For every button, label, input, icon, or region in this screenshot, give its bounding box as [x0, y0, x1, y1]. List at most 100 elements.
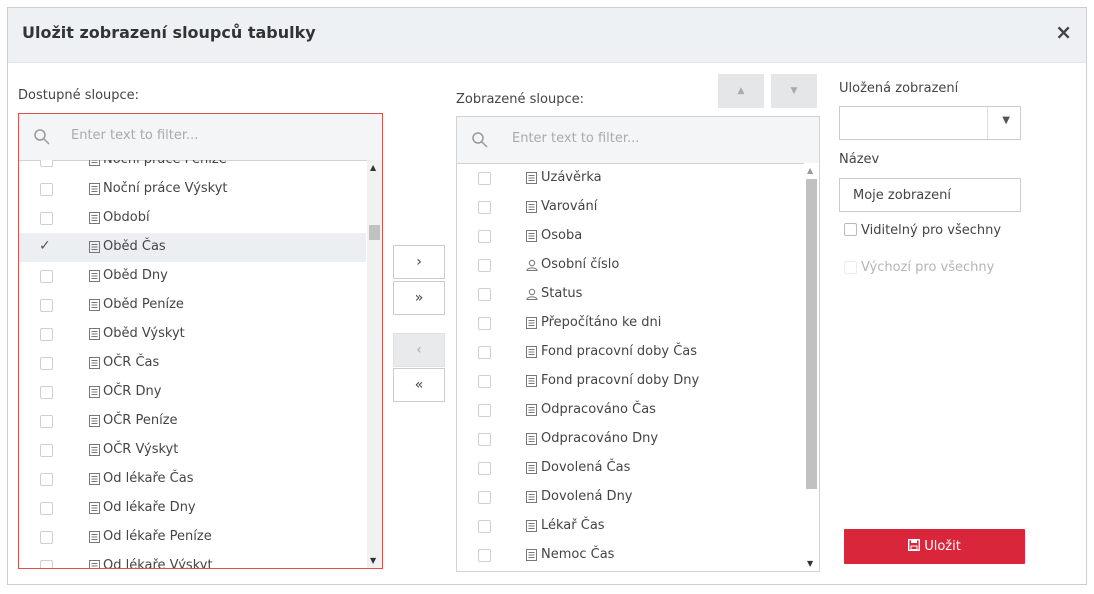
available-scrollbar[interactable]: ▲ ▼: [367, 160, 382, 568]
row-checkbox[interactable]: [478, 259, 491, 272]
saved-views-select[interactable]: ▼: [839, 106, 1021, 140]
save-button[interactable]: Uložit: [844, 529, 1025, 564]
displayed-list-item[interactable]: Status: [457, 280, 803, 309]
row-checkbox[interactable]: [478, 462, 491, 475]
displayed-list-item[interactable]: Fond pracovní doby Dny: [457, 367, 803, 396]
row-checkbox[interactable]: [478, 375, 491, 388]
scroll-up-icon[interactable]: ▲: [807, 166, 813, 175]
chevron-down-icon[interactable]: ▼: [1002, 115, 1010, 126]
default-for-all-checkbox[interactable]: [844, 261, 857, 274]
row-checkbox[interactable]: [40, 502, 53, 515]
row-checkbox[interactable]: [40, 183, 53, 196]
list-item-label: Od lékaře Dny: [103, 500, 196, 515]
row-checkbox[interactable]: [40, 357, 53, 370]
available-list-item[interactable]: OČR Dny: [19, 378, 366, 407]
row-checkbox[interactable]: [40, 212, 53, 225]
available-columns-list[interactable]: Enter text to filter... Noční práce Pení…: [18, 113, 383, 569]
displayed-list-item[interactable]: Odpracováno Čas: [457, 396, 803, 425]
scroll-down-icon[interactable]: ▼: [370, 556, 376, 565]
row-checkbox[interactable]: [478, 317, 491, 330]
list-item-label: Oběd Čas: [103, 239, 166, 254]
scroll-up-icon[interactable]: ▲: [370, 163, 376, 172]
remove-selected-button[interactable]: ‹: [393, 333, 445, 367]
list-item-label: Osoba: [541, 228, 583, 243]
row-checkbox[interactable]: [478, 201, 491, 214]
available-list-item[interactable]: Období: [19, 204, 366, 233]
available-list-item[interactable]: ✓ Oběd Čas: [19, 233, 366, 262]
available-list-item[interactable]: Od lékaře Peníze: [19, 523, 366, 552]
available-list-item[interactable]: Od lékaře Čas: [19, 465, 366, 494]
list-icon: [89, 415, 100, 427]
close-icon[interactable]: ×: [1055, 21, 1072, 43]
add-all-button[interactable]: »: [393, 281, 445, 315]
row-checkbox[interactable]: [478, 549, 491, 562]
row-checkbox[interactable]: [40, 560, 53, 568]
scroll-down-icon[interactable]: ▼: [807, 559, 813, 568]
row-checkbox[interactable]: [40, 328, 53, 341]
row-checkbox[interactable]: [478, 433, 491, 446]
move-down-button[interactable]: ▼: [771, 74, 817, 108]
row-checkbox[interactable]: [40, 160, 53, 167]
row-checkbox[interactable]: [40, 386, 53, 399]
displayed-list-item[interactable]: Dovolená Dny: [457, 483, 803, 512]
displayed-list-item[interactable]: Lékař Čas: [457, 512, 803, 541]
search-icon: [472, 132, 488, 148]
scroll-thumb[interactable]: [806, 179, 817, 489]
row-checkbox[interactable]: [478, 172, 491, 185]
list-item-label: Oběd Peníze: [103, 297, 184, 312]
dialog-title: Uložit zobrazení sloupců tabulky: [22, 23, 316, 42]
row-checkbox[interactable]: [478, 230, 491, 243]
row-checkbox[interactable]: [40, 473, 53, 486]
row-checkbox[interactable]: [478, 491, 491, 504]
displayed-columns-list[interactable]: Enter text to filter... Uzávěrka Varování…: [456, 116, 820, 572]
list-icon: [526, 230, 537, 242]
row-checkbox[interactable]: [40, 299, 53, 312]
scroll-thumb[interactable]: [369, 225, 380, 240]
row-checkbox[interactable]: [478, 288, 491, 301]
displayed-list-item[interactable]: Přepočítáno ke dni: [457, 309, 803, 338]
displayed-list-item[interactable]: Osobní číslo: [457, 251, 803, 280]
list-icon: [89, 270, 100, 282]
available-list-item[interactable]: Oběd Peníze: [19, 291, 366, 320]
row-checkbox[interactable]: [478, 520, 491, 533]
list-item-label: OČR Dny: [103, 384, 162, 399]
list-icon: [89, 473, 100, 485]
row-checkbox[interactable]: [478, 404, 491, 417]
add-selected-button[interactable]: ›: [393, 245, 445, 279]
available-list-item[interactable]: OČR Výskyt: [19, 436, 366, 465]
list-item-label: Lékař Čas: [541, 518, 605, 533]
displayed-list-item[interactable]: Dovolená Čas: [457, 454, 803, 483]
available-list-item[interactable]: Oběd Dny: [19, 262, 366, 291]
displayed-list-item[interactable]: Odpracováno Dny: [457, 425, 803, 454]
available-list-item[interactable]: OČR Peníze: [19, 407, 366, 436]
available-list-item[interactable]: OČR Čas: [19, 349, 366, 378]
displayed-filter-input[interactable]: Enter text to filter...: [512, 131, 639, 146]
available-list-item[interactable]: Noční práce Výskyt: [19, 175, 366, 204]
displayed-list-item[interactable]: Osoba: [457, 222, 803, 251]
displayed-list-item[interactable]: Nemoc Čas: [457, 541, 803, 570]
available-filter-input[interactable]: Enter text to filter...: [71, 128, 198, 143]
move-up-button[interactable]: ▲: [718, 74, 764, 108]
available-list-item[interactable]: Oběd Výskyt: [19, 320, 366, 349]
displayed-list-item[interactable]: Varování: [457, 193, 803, 222]
list-item-label: OČR Výskyt: [103, 442, 179, 457]
view-name-input[interactable]: Moje zobrazení: [839, 178, 1021, 212]
row-checkbox[interactable]: [40, 270, 53, 283]
row-checkbox[interactable]: [478, 346, 491, 359]
displayed-list-item[interactable]: Uzávěrka: [457, 164, 803, 193]
list-item-label: Status: [541, 286, 583, 301]
list-icon: [89, 386, 100, 398]
available-list-item[interactable]: Noční práce Peníze: [19, 160, 366, 175]
available-list-item[interactable]: Od lékaře Dny: [19, 494, 366, 523]
list-item-label: Od lékaře Výskyt: [103, 558, 213, 568]
displayed-scrollbar[interactable]: ▲ ▼: [804, 163, 819, 571]
checkmark-icon[interactable]: ✓: [39, 238, 51, 254]
visible-for-all-checkbox[interactable]: [844, 223, 857, 236]
row-checkbox[interactable]: [40, 531, 53, 544]
available-list-item[interactable]: Od lékaře Výskyt: [19, 552, 366, 568]
list-item-label: Nemoc Čas: [541, 547, 615, 562]
displayed-list-item[interactable]: Fond pracovní doby Čas: [457, 338, 803, 367]
row-checkbox[interactable]: [40, 444, 53, 457]
row-checkbox[interactable]: [40, 415, 53, 428]
remove-all-button[interactable]: «: [393, 368, 445, 402]
